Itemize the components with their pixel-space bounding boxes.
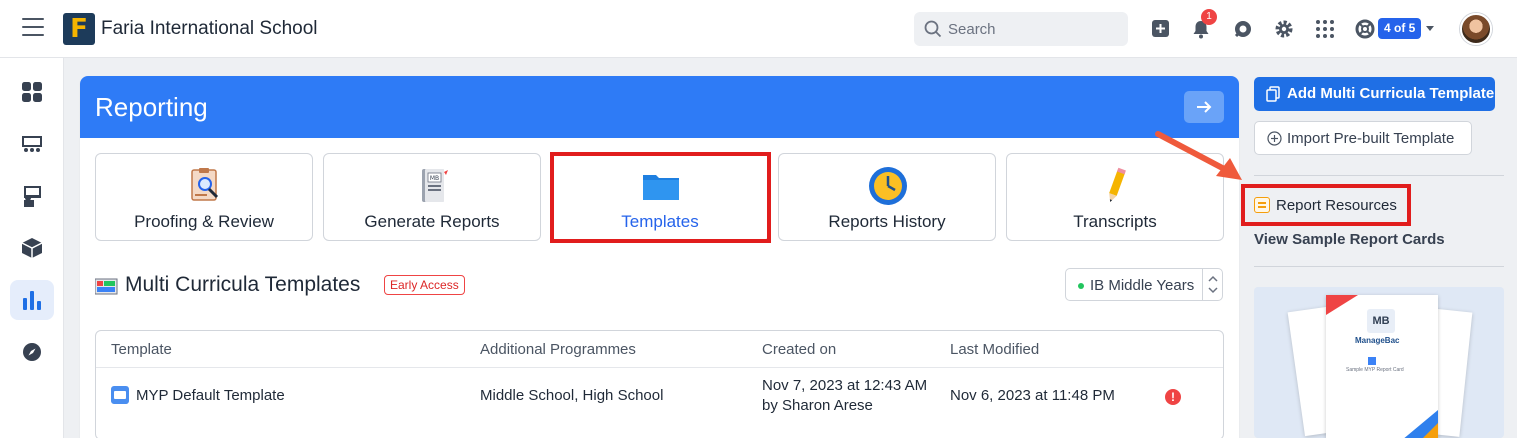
top-bar: F Faria International School 1 4 of 5 <box>0 0 1517 58</box>
column-header-modified: Last Modified <box>950 341 1040 358</box>
early-access-badge: Early Access <box>384 275 465 295</box>
sidebar-item-dashboard[interactable] <box>10 72 54 112</box>
tile-proofing-review[interactable]: Proofing & Review <box>95 153 313 241</box>
copy-icon <box>1266 86 1280 102</box>
box-icon <box>21 238 43 258</box>
button-label: Import Pre-built Template <box>1287 130 1455 147</box>
table-header-divider <box>96 367 1223 368</box>
tile-label: Generate Reports <box>364 212 500 231</box>
page-title: Reporting <box>95 92 208 122</box>
account-count-pill[interactable]: 4 of 5 <box>1378 18 1422 39</box>
sidebar-item-teachers[interactable] <box>10 176 54 216</box>
menu-icon[interactable] <box>22 18 44 38</box>
reporting-card: Reporting Proofing & Review MB Generate … <box>80 76 1239 438</box>
tile-generate-reports[interactable]: MB Generate Reports <box>323 153 541 241</box>
plus-circle-icon <box>1267 131 1282 146</box>
arrow-right-icon <box>1197 101 1212 113</box>
warning-icon[interactable]: ! <box>1165 389 1181 405</box>
sidebar <box>0 58 64 438</box>
column-header-programmes: Additional Programmes <box>480 341 636 358</box>
sidebar-item-reports[interactable] <box>10 280 54 320</box>
resources-highlight-box <box>1241 184 1411 226</box>
sample-report-preview[interactable]: MB ManageBac Sample MYP Report Card <box>1254 287 1504 438</box>
column-header-created: Created on <box>762 341 837 358</box>
managebac-logo: MB <box>1367 309 1395 333</box>
lifebuoy-icon[interactable] <box>1354 18 1376 40</box>
preview-caption: Sample MYP Report Card <box>1346 367 1404 373</box>
search-input[interactable] <box>948 18 1118 40</box>
column-header-template: Template <box>111 341 172 358</box>
tile-label: Transcripts <box>1073 212 1157 231</box>
chevron-down-icon[interactable] <box>1426 26 1434 31</box>
divider <box>1254 175 1504 176</box>
tile-reports-history[interactable]: Reports History <box>778 153 996 241</box>
template-programmes: Middle School, High School <box>480 387 664 404</box>
dashboard-icon <box>22 82 42 102</box>
arrow-right-button[interactable] <box>1184 91 1224 123</box>
template-created-by: by Sharon Arese <box>762 397 873 414</box>
avatar[interactable] <box>1460 13 1492 45</box>
import-prebuilt-template-button[interactable]: Import Pre-built Template <box>1254 121 1472 155</box>
sidebar-item-discover[interactable] <box>10 332 54 372</box>
section-title: Multi Curricula Templates <box>125 273 361 296</box>
compass-icon <box>23 343 41 361</box>
apps-grid-icon[interactable] <box>1314 18 1336 40</box>
search-box[interactable] <box>914 12 1128 46</box>
svg-text:MB: MB <box>430 175 439 182</box>
status-dot <box>1078 283 1084 289</box>
school-name[interactable]: Faria International School <box>101 18 318 40</box>
template-created-date: Nov 7, 2023 at 12:43 AM <box>762 377 928 394</box>
templates-highlight-box <box>550 152 771 243</box>
tile-label: Reports History <box>828 212 946 231</box>
button-label: Add Multi Curricula Template <box>1287 85 1495 102</box>
bar-chart-icon <box>23 291 41 310</box>
templates-table: Template Additional Programmes Created o… <box>95 330 1224 438</box>
search-icon <box>924 20 942 38</box>
school-logo[interactable]: F <box>63 13 95 45</box>
template-modified-date: Nov 6, 2023 at 11:48 PM <box>950 387 1115 404</box>
classroom-icon <box>22 136 42 152</box>
template-name[interactable]: MYP Default Template <box>136 387 285 404</box>
logo-letter: F <box>70 14 88 44</box>
programme-select[interactable]: IB Middle Years <box>1065 268 1223 301</box>
annotation-arrow-icon <box>1155 131 1242 180</box>
report-cards-book-icon: MB <box>422 169 448 202</box>
teacher-icon <box>24 186 41 207</box>
notification-badge: 1 <box>1201 9 1217 25</box>
programme-select-value: IB Middle Years <box>1090 277 1195 294</box>
templates-section-icon <box>95 278 118 295</box>
add-icon[interactable] <box>1150 18 1172 40</box>
sidebar-item-classes[interactable] <box>10 124 54 164</box>
template-icon <box>111 386 129 404</box>
chat-icon[interactable] <box>1232 18 1254 40</box>
divider <box>1254 266 1504 267</box>
add-multi-curricula-template-button[interactable]: Add Multi Curricula Template <box>1254 77 1495 111</box>
sidebar-item-packages[interactable] <box>10 228 54 268</box>
gear-icon[interactable] <box>1273 18 1295 40</box>
reporting-header: Reporting <box>80 76 1239 138</box>
preview-brand: ManageBac <box>1355 336 1400 345</box>
view-sample-report-cards-link[interactable]: View Sample Report Cards <box>1254 231 1445 248</box>
clock-icon <box>869 167 907 205</box>
pencil-icon <box>1109 167 1126 202</box>
select-arrows-icon <box>1202 269 1222 300</box>
tile-label: Proofing & Review <box>134 212 274 231</box>
proofing-icon <box>191 168 219 201</box>
